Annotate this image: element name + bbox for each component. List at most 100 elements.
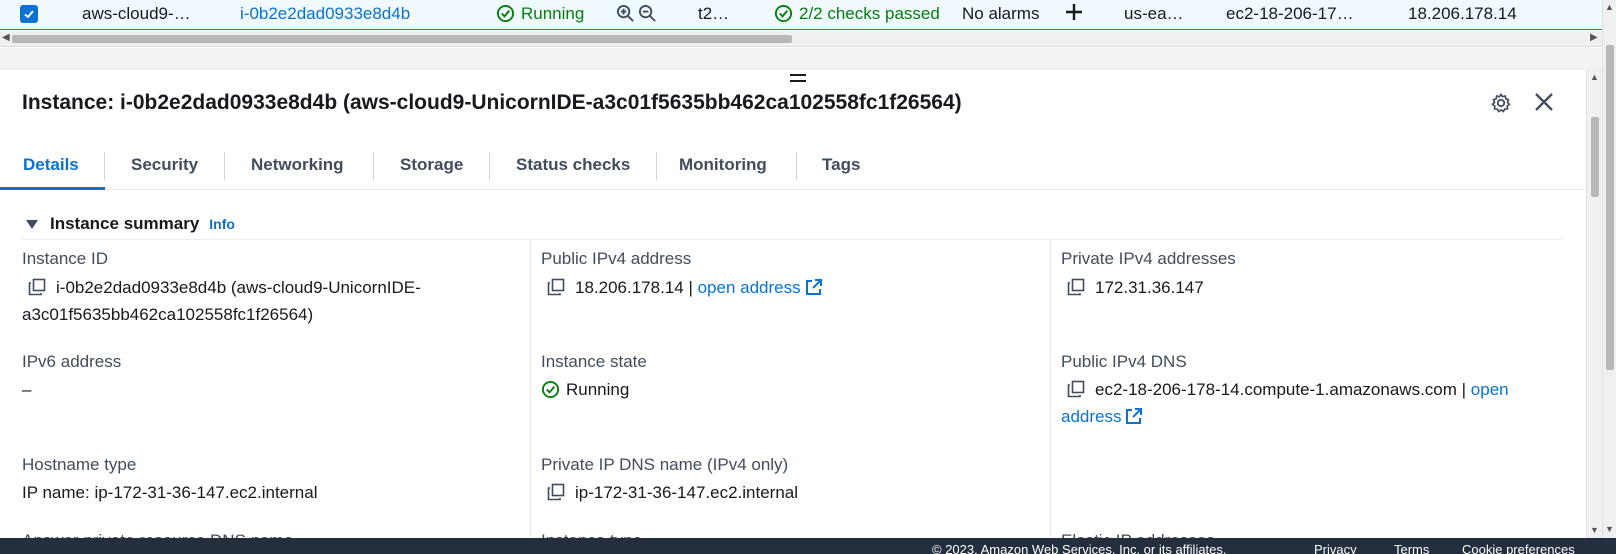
ipv6-value: – — [22, 380, 32, 399]
add-alarm-icon[interactable] — [1064, 2, 1084, 27]
copy-icon[interactable] — [1067, 380, 1085, 398]
copy-icon[interactable] — [1067, 278, 1085, 296]
public-dns-value: ec2-18-206-178-14.compute-1.amazonaws.co… — [1095, 380, 1467, 399]
horizontal-scrollbar-thumb[interactable] — [12, 35, 792, 43]
panel-vertical-scrollbar[interactable]: ▲ ▼ — [1586, 70, 1602, 538]
public-ipv4-value: 18.206.178.14 | — [575, 278, 693, 297]
hostname-type-value: IP name: ip-172-31-36-147.ec2.internal — [22, 483, 318, 502]
row-public-dns: ec2-18-206-17… — [1226, 4, 1354, 23]
caret-down-icon[interactable] — [26, 219, 38, 229]
section-divider — [22, 239, 1562, 240]
instance-state-field: Instance state Running — [541, 352, 647, 403]
footer-terms-link[interactable]: Terms — [1394, 542, 1429, 554]
column-divider — [530, 240, 531, 540]
scroll-left-arrow-icon[interactable]: ◀ — [2, 32, 10, 43]
scroll-up-arrow-icon[interactable]: ▲ — [1605, 2, 1614, 12]
split-panel-divider — [0, 48, 1602, 70]
copy-icon[interactable] — [28, 278, 46, 296]
column-divider — [1050, 240, 1051, 540]
instance-id-value: i-0b2e2dad0933e8d4b (aws-cloud9-UnicornI… — [56, 278, 421, 297]
row-instance-type: t2… — [698, 4, 730, 23]
zoom-out-icon[interactable] — [638, 4, 657, 28]
instance-summary-header[interactable]: Instance summary Info — [26, 214, 235, 234]
horizontal-scrollbar[interactable]: ◀ ▶ — [0, 31, 1602, 47]
private-ipv4-field: Private IPv4 addresses 172.31.36.147 — [1061, 249, 1236, 301]
active-tab-indicator — [0, 187, 105, 190]
tab-networking[interactable]: Networking — [251, 155, 344, 175]
field-value: Running — [541, 376, 647, 403]
close-icon[interactable] — [1533, 91, 1555, 113]
field-label: Hostname type — [22, 455, 137, 474]
tab-separator — [796, 152, 797, 180]
success-check-icon — [496, 4, 515, 23]
tab-status-checks[interactable]: Status checks — [516, 155, 630, 175]
instance-id-field: Instance ID i-0b2e2dad0933e8d4b (aws-clo… — [22, 249, 421, 328]
checkmark-icon — [24, 10, 34, 19]
hostname-type-field: Hostname type IP name: ip-172-31-36-147.… — [22, 455, 317, 506]
row-checkbox[interactable] — [20, 5, 38, 23]
resize-handle-icon[interactable] — [790, 74, 806, 86]
open-address-link[interactable]: open address — [698, 278, 801, 297]
footer-cookie-link[interactable]: Cookie preferences — [1462, 542, 1575, 554]
row-state: Running — [496, 4, 584, 24]
footer-privacy-link[interactable]: Privacy — [1314, 542, 1357, 554]
field-label: Instance ID — [22, 249, 108, 268]
tab-separator — [373, 152, 374, 180]
external-link-icon[interactable] — [1125, 407, 1143, 425]
row-availability-zone: us-ea… — [1124, 4, 1184, 23]
public-ipv4-field: Public IPv4 address 18.206.178.14 | open… — [541, 249, 823, 301]
scroll-right-arrow-icon[interactable]: ▶ — [1590, 32, 1598, 43]
row-alarm-status: No alarms — [962, 4, 1040, 23]
panel-scrollbar-thumb[interactable] — [1591, 117, 1599, 197]
info-link[interactable]: Info — [209, 216, 235, 232]
field-label: Public IPv4 DNS — [1061, 352, 1187, 371]
page-scrollbar-thumb[interactable] — [1606, 45, 1614, 370]
field-value: ip-172-31-36-147.ec2.internal — [541, 479, 798, 506]
details-tabs: Details Security Networking Storage Stat… — [0, 140, 1586, 190]
field-label: Instance state — [541, 352, 647, 371]
open-address-link[interactable]: open — [1471, 380, 1509, 399]
private-ipv4-value: 172.31.36.147 — [1095, 278, 1204, 297]
row-status-check-text: 2/2 checks passed — [799, 4, 940, 23]
section-title: Instance summary — [50, 214, 200, 233]
field-value: ec2-18-206-178-14.compute-1.amazonaws.co… — [1061, 376, 1561, 430]
copy-icon[interactable] — [547, 483, 565, 501]
external-link-icon[interactable] — [805, 278, 823, 296]
field-label: Private IP DNS name (IPv4 only) — [541, 455, 789, 474]
instance-state-value: Running — [566, 380, 630, 399]
tab-storage[interactable]: Storage — [400, 155, 463, 175]
row-public-ip: 18.206.178.14 — [1408, 4, 1517, 23]
console-footer: © 2023, Amazon Web Services, Inc. or its… — [0, 538, 1616, 554]
tab-security[interactable]: Security — [131, 155, 198, 175]
field-value: 172.31.36.147 — [1061, 274, 1236, 301]
open-address-link-cont[interactable]: address — [1061, 407, 1121, 426]
ipv6-field: IPv6 address – — [22, 352, 121, 403]
success-check-icon — [541, 380, 560, 399]
footer-copyright: © 2023, Amazon Web Services, Inc. or its… — [932, 542, 1227, 554]
private-dns-field: Private IP DNS name (IPv4 only) ip-172-3… — [541, 455, 798, 506]
page-vertical-scrollbar[interactable]: ▲ ▼ — [1602, 0, 1616, 554]
row-name: aws-cloud9-… — [82, 4, 191, 23]
field-label: IPv6 address — [22, 352, 122, 371]
panel-title: Instance: i-0b2e2dad0933e8d4b (aws-cloud… — [22, 91, 962, 114]
tab-monitoring[interactable]: Monitoring — [679, 155, 767, 175]
field-label: Public IPv4 address — [541, 249, 692, 268]
zoom-in-icon[interactable] — [616, 4, 635, 28]
row-instance-id-link[interactable]: i-0b2e2dad0933e8d4b — [240, 4, 410, 24]
row-status-check: 2/2 checks passed — [774, 4, 940, 24]
tab-separator — [224, 152, 225, 180]
tab-separator — [489, 152, 490, 180]
field-label: Private IPv4 addresses — [1061, 249, 1236, 268]
field-value: 18.206.178.14 | open address — [541, 274, 823, 301]
copy-icon[interactable] — [547, 278, 565, 296]
scroll-down-arrow-icon[interactable]: ▼ — [1590, 525, 1599, 535]
gear-icon[interactable] — [1490, 92, 1512, 114]
scroll-up-arrow-icon[interactable]: ▲ — [1590, 72, 1599, 82]
public-dns-field: Public IPv4 DNS ec2-18-206-178-14.comput… — [1061, 352, 1561, 430]
tab-details[interactable]: Details — [23, 155, 79, 175]
field-value: i-0b2e2dad0933e8d4b (aws-cloud9-UnicornI… — [22, 274, 421, 328]
scroll-down-arrow-icon[interactable]: ▼ — [1605, 524, 1614, 534]
instance-table-row[interactable]: aws-cloud9-… i-0b2e2dad0933e8d4b Running… — [0, 0, 1616, 30]
tab-tags[interactable]: Tags — [822, 155, 860, 175]
private-dns-value: ip-172-31-36-147.ec2.internal — [575, 483, 799, 502]
